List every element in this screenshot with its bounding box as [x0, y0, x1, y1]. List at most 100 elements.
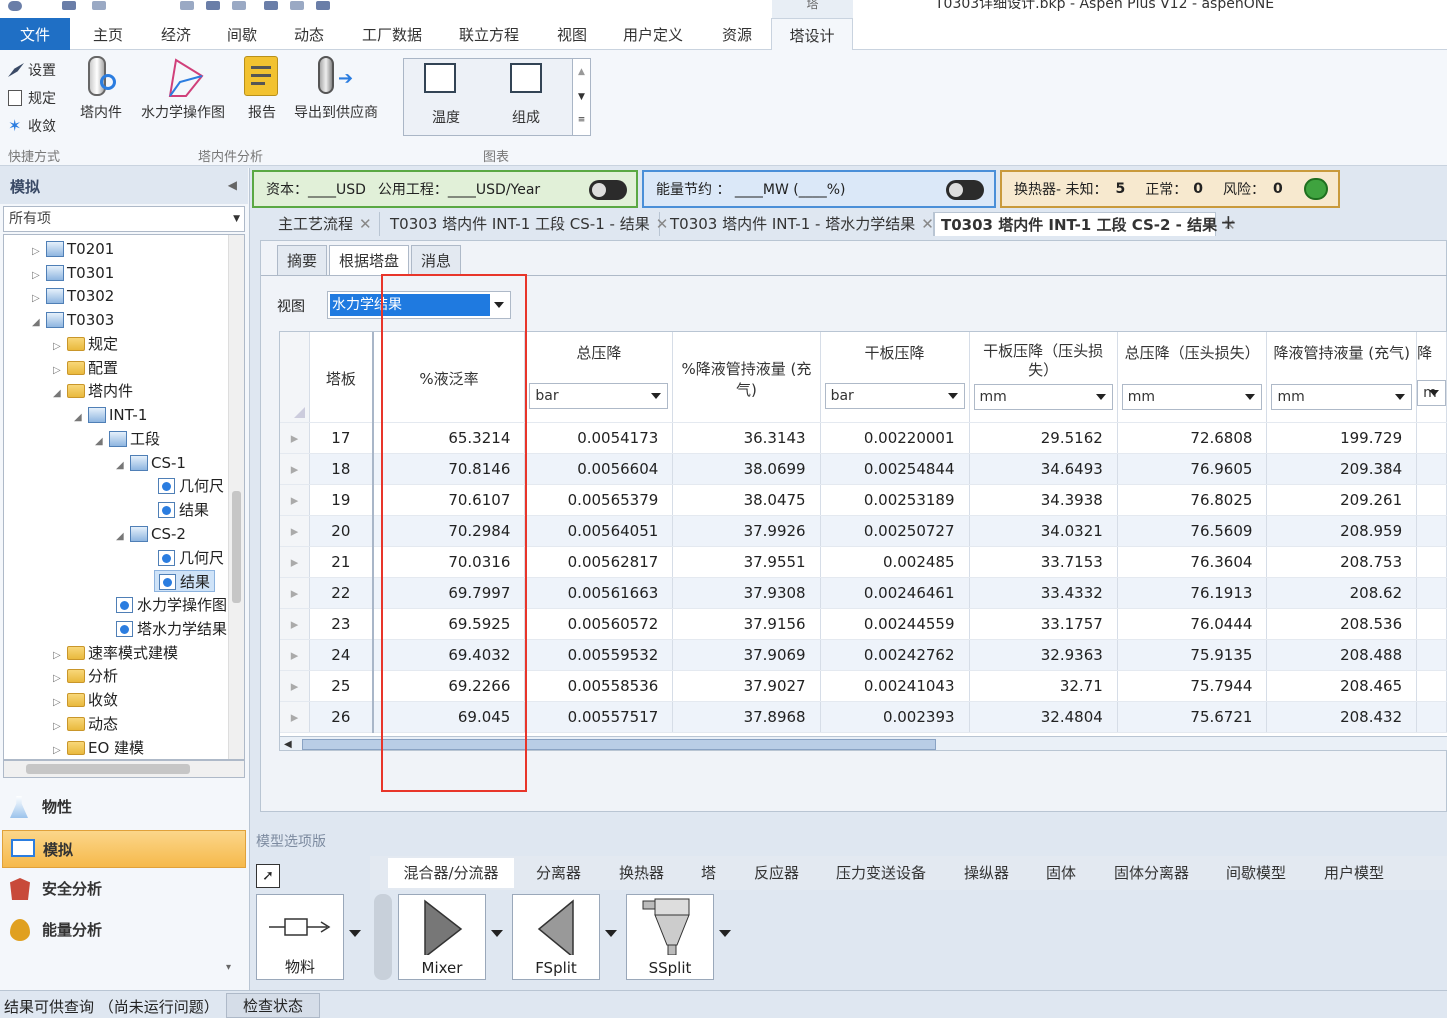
tree-item-t0302[interactable]: ▷ T0302 — [32, 285, 114, 307]
palette-tab-separators[interactable]: 分离器 — [536, 858, 581, 888]
tab-column-design[interactable]: 塔设计 — [771, 18, 853, 51]
palette-tab-reactors[interactable]: 反应器 — [754, 858, 799, 888]
configure-buttons-icon[interactable]: ▾ — [226, 962, 231, 973]
stream-dropdown-icon[interactable] — [349, 930, 361, 937]
setup-button[interactable]: 设置 — [8, 60, 56, 80]
tree-item-cs-1-geometry[interactable]: 几何尺 — [158, 475, 224, 497]
hx-status-icon[interactable] — [1304, 178, 1328, 200]
gallery-up-icon[interactable]: ▲ — [573, 59, 590, 85]
save-icon[interactable] — [62, 1, 76, 10]
row-selector-icon[interactable]: ▸ — [280, 484, 310, 516]
tab-economics[interactable]: 经济 — [148, 18, 204, 50]
tree-item-eo[interactable]: ▷ EO 建模 — [53, 737, 144, 759]
economics-toggle[interactable] — [589, 180, 627, 200]
tree-item-hydraulic-results[interactable]: 塔水力学结果 — [116, 618, 227, 640]
select-all-icon[interactable] — [294, 406, 305, 418]
reset-icon[interactable] — [316, 1, 330, 10]
tab-home[interactable]: 主页 — [80, 18, 136, 50]
tree-item-cs-2-geometry[interactable]: 几何尺 — [158, 547, 224, 569]
step-icon[interactable] — [264, 1, 278, 10]
palette-tab-manipulators[interactable]: 操纵器 — [964, 858, 1009, 888]
nav-energy[interactable]: 能量分析 — [2, 911, 246, 949]
palette-tab-pressure[interactable]: 压力变送设备 — [836, 858, 926, 888]
palette-tab-mixers[interactable]: 混合器/分流器 — [388, 858, 514, 888]
quick-access-icon[interactable] — [180, 1, 194, 10]
tree-item-spec[interactable]: ▷ 规定 — [53, 333, 118, 355]
file-tab[interactable]: 文件 — [0, 18, 70, 50]
close-icon[interactable]: ✕ — [921, 215, 934, 233]
new-tab-plus-icon[interactable]: + — [1220, 210, 1237, 234]
unit-select[interactable]: mm — [1121, 384, 1263, 410]
row-selector-icon[interactable]: ▸ — [280, 670, 310, 702]
palette-scroll-left-icon[interactable] — [374, 894, 392, 980]
doc-tab-cs2-results[interactable]: T0303 塔内件 INT-1 工段 CS-2 - 结果 ✕ — [934, 212, 1236, 236]
scroll-left-icon[interactable]: ◀ — [284, 739, 292, 750]
tab-batch[interactable]: 间歇 — [214, 18, 270, 50]
composition-chart-button[interactable]: 组成 — [510, 63, 542, 126]
row-selector-icon[interactable]: ▸ — [280, 577, 310, 609]
model-ssplit[interactable]: SSplit — [626, 894, 714, 980]
gallery-scroll[interactable]: ▲ ▼ ≡ — [572, 59, 590, 135]
tab-customize[interactable]: 用户定义 — [612, 18, 694, 50]
tree-item-config[interactable]: ▷ 配置 — [53, 357, 118, 379]
close-icon[interactable]: ✕ — [359, 215, 372, 233]
collapse-pane-icon[interactable]: ◀ — [228, 178, 237, 192]
tree-item-int-1[interactable]: ◢ INT-1 — [74, 404, 147, 426]
row-selector-icon[interactable]: ▸ — [280, 639, 310, 671]
run-icon[interactable] — [232, 1, 246, 10]
model-fsplit[interactable]: FSplit — [512, 894, 600, 980]
model-material-stream[interactable]: 物料 — [256, 894, 344, 980]
unit-select[interactable]: mm — [973, 384, 1113, 410]
tab-view[interactable]: 视图 — [545, 18, 599, 50]
next-icon[interactable] — [206, 1, 220, 10]
ssplit-dropdown-icon[interactable] — [719, 930, 731, 937]
nav-simulation[interactable]: 模拟 — [2, 830, 246, 868]
tree-item-cs-2[interactable]: ◢ CS-2 — [116, 523, 186, 545]
palette-tab-columns[interactable]: 塔 — [701, 858, 716, 888]
tree-item-t0303[interactable]: ◢ T0303 — [32, 309, 114, 331]
tree-item-analysis[interactable]: ▷ 分析 — [53, 665, 118, 687]
unit-select[interactable]: bar — [529, 383, 669, 409]
stop-icon[interactable] — [290, 1, 304, 10]
tab-resources[interactable]: 资源 — [708, 18, 766, 50]
row-selector-icon[interactable]: ▸ — [280, 608, 310, 640]
filter-select[interactable]: 所有项 ▼ — [3, 206, 245, 232]
gallery-expand-icon[interactable]: ≡ — [573, 109, 590, 131]
scroll-thumb[interactable] — [26, 764, 190, 774]
unit-select[interactable]: bar — [824, 383, 965, 409]
unit-select[interactable]: m — [1417, 380, 1446, 406]
tree-item-internals[interactable]: ◢ 塔内件 — [53, 380, 133, 402]
tree-item-t0201[interactable]: ▷ T0201 — [32, 238, 114, 260]
row-selector-icon[interactable]: ▸ — [280, 422, 310, 454]
tree-vertical-scrollbar[interactable] — [228, 235, 244, 759]
subtab-messages[interactable]: 消息 — [411, 245, 461, 275]
model-mixer[interactable]: Mixer — [398, 894, 486, 980]
row-selector-icon[interactable]: ▸ — [280, 515, 310, 547]
scroll-thumb[interactable] — [232, 491, 241, 603]
subtab-by-tray[interactable]: 根据塔盘 — [329, 245, 409, 275]
doc-tab-hydraulic-results[interactable]: T0303 塔内件 INT-1 - 塔水力学结果 ✕ — [660, 212, 934, 236]
undo-icon[interactable] — [92, 1, 106, 10]
spec-button[interactable]: 规定 — [8, 88, 56, 108]
mixer-dropdown-icon[interactable] — [491, 930, 503, 937]
tree-item-t0301[interactable]: ▷ T0301 — [32, 262, 114, 284]
pointer-icon[interactable]: ➚ — [256, 864, 280, 888]
gallery-down-icon[interactable]: ▼ — [573, 85, 590, 109]
palette-tab-solids-sep[interactable]: 固体分离器 — [1114, 858, 1189, 888]
subtab-summary[interactable]: 摘要 — [277, 245, 327, 275]
doc-tab-cs1-results[interactable]: T0303 塔内件 INT-1 工段 CS-1 - 结果 ✕ — [380, 212, 668, 236]
tab-dynamics[interactable]: 动态 — [281, 18, 337, 50]
tree-item-hydraulic-plot[interactable]: 水力学操作图 — [116, 594, 227, 616]
check-status-button[interactable]: 检查状态 — [226, 993, 320, 1018]
palette-tab-solids[interactable]: 固体 — [1046, 858, 1076, 888]
row-selector-icon[interactable]: ▸ — [280, 546, 310, 578]
tab-plant-data[interactable]: 工厂数据 — [352, 18, 432, 50]
unit-select[interactable]: mm — [1271, 384, 1413, 410]
convergence-button[interactable]: ✶ 收敛 — [8, 116, 56, 136]
nav-properties[interactable]: 物性 — [2, 788, 246, 826]
palette-tab-exchangers[interactable]: 换热器 — [619, 858, 664, 888]
palette-tab-batch[interactable]: 间歇模型 — [1226, 858, 1286, 888]
tree-item-dynamics[interactable]: ▷ 动态 — [53, 713, 118, 735]
tab-equation-oriented[interactable]: 联立方程 — [448, 18, 530, 50]
fsplit-dropdown-icon[interactable] — [605, 930, 617, 937]
